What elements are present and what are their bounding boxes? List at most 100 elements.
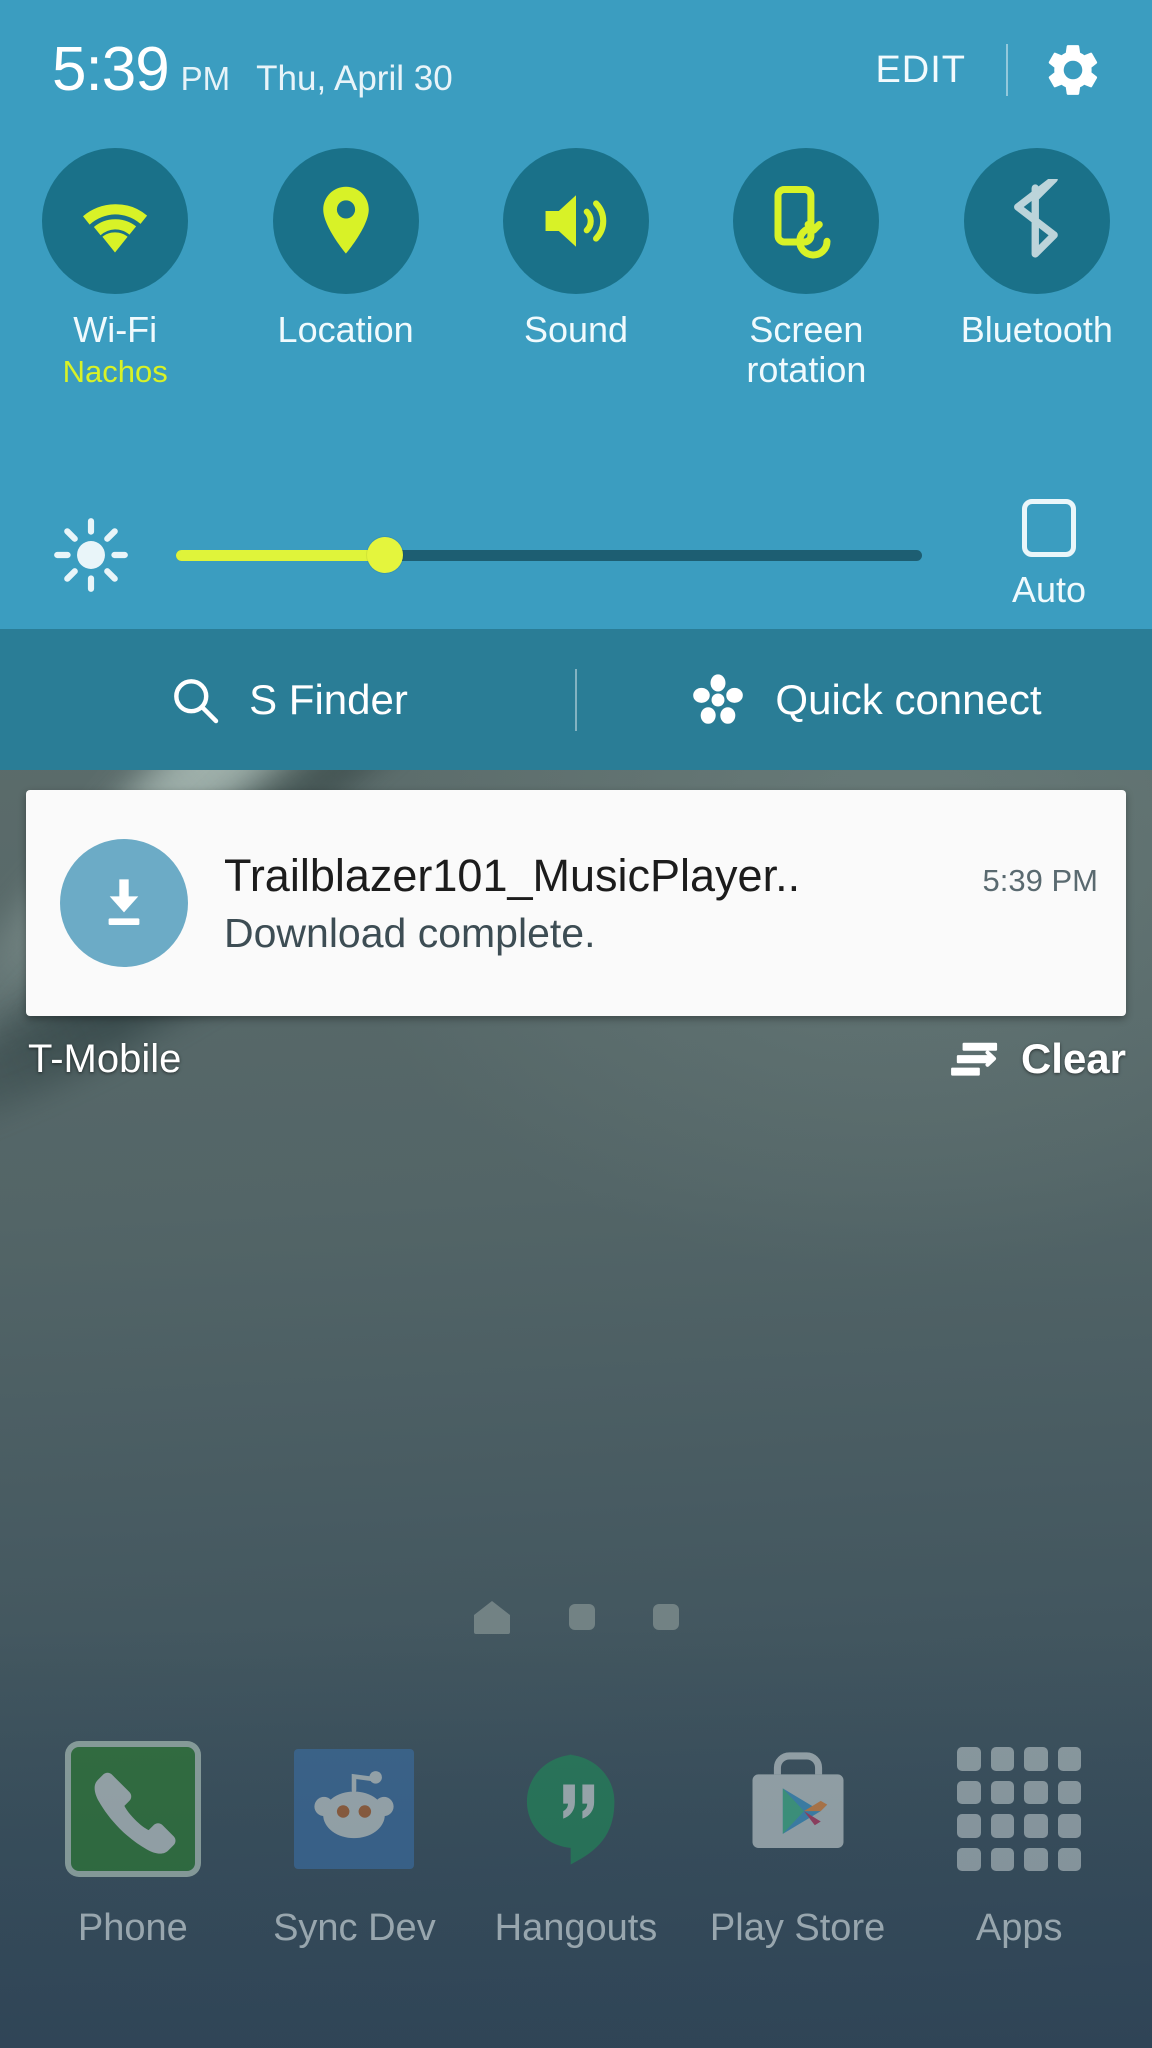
toggle-location-circle[interactable] (272, 148, 419, 294)
s-finder-label: S Finder (249, 675, 408, 723)
carrier-name: T-Mobile (28, 1036, 182, 1081)
hangouts-bubble-icon (526, 1754, 615, 1865)
hangouts-icon (512, 1745, 640, 1873)
toggle-wifi-circle[interactable] (42, 148, 189, 294)
settings-button[interactable] (1038, 35, 1108, 105)
toggle-location[interactable]: Location (230, 148, 460, 391)
screen-rotation-icon (774, 186, 831, 259)
toggle-bluetooth-label: Bluetooth (960, 309, 1113, 350)
quick-connect-icon (693, 673, 744, 724)
phone-icon (64, 1741, 201, 1877)
dock-label-play-store: Play Store (709, 1907, 886, 1949)
toggle-wifi-ssid: Nachos (62, 354, 168, 390)
apps-grid-icon (957, 1747, 1082, 1871)
toggle-sound-circle[interactable] (503, 148, 650, 294)
status-bar: 5:39 PM Thu, April 30 EDIT (0, 0, 1152, 140)
dock-label-apps: Apps (975, 1907, 1063, 1949)
quick-connect-label: Quick connect (775, 675, 1042, 723)
apps-grid-cell (990, 1814, 1015, 1838)
apps-grid-cell (1057, 1847, 1082, 1871)
dock-icon-play-store[interactable] (724, 1735, 872, 1883)
header-divider (1006, 44, 1008, 96)
page-indicator (0, 1600, 1152, 1634)
brightness-slider[interactable] (176, 525, 922, 585)
brightness-icon-wrap (48, 516, 134, 594)
wifi-icon (83, 204, 148, 253)
dock-label-sync-dev: Sync Dev (273, 1907, 436, 1949)
apps-grid-cell (1057, 1747, 1082, 1771)
brightness-sun-icon (54, 518, 128, 592)
dock-app-hangouts[interactable]: Hangouts (465, 1735, 687, 1950)
toggle-bluetooth-circle[interactable] (963, 148, 1110, 294)
toggle-wifi[interactable]: Wi-Fi Nachos (0, 148, 230, 391)
dock-icon-sync-dev[interactable] (280, 1735, 428, 1883)
clear-notifications-button[interactable]: Clear (949, 1035, 1126, 1083)
dock-app-play-store[interactable]: Play Store (687, 1735, 909, 1950)
toggle-sound-label: Sound (523, 309, 629, 350)
bluetooth-icon (1013, 179, 1058, 258)
brightness-row: Auto (0, 480, 1152, 630)
dock-icon-phone[interactable] (59, 1735, 207, 1883)
toggle-bluetooth[interactable]: Bluetooth (922, 148, 1152, 391)
apps-grid-cell (1024, 1747, 1048, 1771)
quick-toggles-row: Wi-Fi Nachos Location Sound Screen rotat… (0, 148, 1152, 391)
phone-handset-icon (94, 1772, 176, 1854)
clock-ampm: PM (180, 60, 231, 97)
play-store-icon (752, 1752, 844, 1848)
apps-grid-cell (957, 1814, 981, 1838)
carrier-row: T-Mobile Clear (0, 1020, 1152, 1098)
notification-card[interactable]: Trailblazer101_MusicPlayer.. 5:39 PM Dow… (26, 790, 1126, 1016)
dock-icon-hangouts[interactable] (502, 1735, 650, 1883)
toggle-screen-rotation-circle[interactable] (733, 148, 880, 294)
apps-grid-cell (1024, 1847, 1048, 1871)
apps-grid-cell (990, 1747, 1015, 1771)
apps-grid-cell (957, 1747, 981, 1771)
page-indicator-dot[interactable] (653, 1604, 679, 1630)
dock-icon-apps[interactable] (945, 1735, 1093, 1883)
download-complete-icon (108, 879, 140, 925)
dock-app-apps[interactable]: Apps (908, 1735, 1130, 1950)
apps-grid-cell (990, 1847, 1015, 1871)
apps-grid-cell (1057, 1814, 1082, 1838)
location-pin-icon (322, 186, 369, 254)
s-finder-button[interactable]: S Finder (0, 672, 575, 728)
page-indicator-dot[interactable] (569, 1604, 595, 1630)
auto-brightness-checkbox[interactable] (1022, 499, 1076, 557)
auto-brightness-label: Auto (1011, 569, 1087, 610)
notification-title: Trailblazer101_MusicPlayer.. (224, 849, 801, 901)
search-icon (174, 678, 219, 723)
dock-app-phone[interactable]: Phone (22, 1735, 244, 1950)
auto-brightness-toggle[interactable]: Auto (964, 499, 1134, 611)
apps-grid-cell (1024, 1814, 1048, 1838)
quick-settings-panel: 5:39 PM Thu, April 30 EDIT Wi-Fi Nachos … (0, 0, 1152, 629)
apps-grid-cell (957, 1780, 981, 1804)
home-page-icon (474, 1601, 510, 1634)
page-indicator-home[interactable] (473, 1600, 511, 1634)
dock-label-hangouts: Hangouts (494, 1907, 658, 1949)
speaker-icon (545, 195, 607, 247)
clock-date: Thu, April 30 (256, 59, 453, 98)
reddit-alien-glyph (314, 1771, 394, 1839)
quick-connect-button[interactable]: Quick connect (577, 669, 1152, 731)
clear-notifications-icon (951, 1042, 998, 1076)
notification-header: Trailblazer101_MusicPlayer.. 5:39 PM (224, 850, 1098, 902)
slider-thumb[interactable] (366, 537, 403, 573)
apps-grid-cell (1057, 1780, 1082, 1804)
edit-button[interactable]: EDIT (865, 43, 976, 98)
toggle-screen-rotation-label: Screen rotation (746, 309, 867, 391)
dock-app-sync-dev[interactable]: Sync Dev (244, 1735, 466, 1950)
toggle-screen-rotation[interactable]: Screen rotation (691, 148, 921, 391)
apps-grid-cell (990, 1780, 1015, 1804)
apps-grid-cell (957, 1847, 981, 1871)
slider-fill (176, 549, 385, 561)
notification-time: 5:39 PM (982, 862, 1098, 898)
reddit-alien-icon (294, 1749, 415, 1869)
toggle-sound[interactable]: Sound (461, 148, 691, 391)
toggle-wifi-label: Wi-Fi (73, 309, 158, 350)
finder-bar: S Finder Quick connect (0, 629, 1152, 770)
gear-icon (1048, 45, 1098, 95)
notification-subtitle: Download complete. (224, 909, 596, 956)
notification-body: Trailblazer101_MusicPlayer.. 5:39 PM Dow… (224, 850, 1126, 957)
clock: 5:39 PM Thu, April 30 (52, 39, 453, 101)
notification-icon-wrap (60, 839, 188, 967)
